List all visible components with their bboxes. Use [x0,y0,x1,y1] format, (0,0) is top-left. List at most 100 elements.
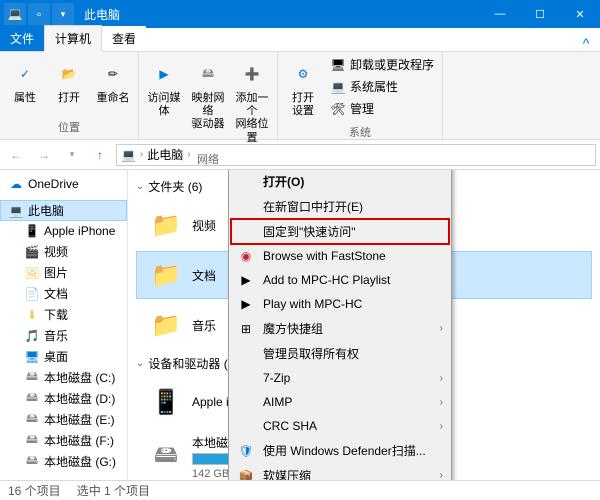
chevron-right-icon: › [440,373,443,384]
rename-icon: ✏ [97,58,129,90]
access-media-button[interactable]: ▶访问媒体 [143,54,185,122]
uninstall-button[interactable]: 🖥卸载或更改程序 [326,54,438,75]
phone-icon: 📱 [24,223,40,239]
status-selected-count: 选中 1 个项目 [77,482,150,499]
navigation-pane[interactable]: ☁OneDrive 💻此电脑 📱Apple iPhone 🎬视频 🖼图片 📄文档… [0,170,128,480]
open-button[interactable]: 📂打开 [48,54,90,109]
navigation-bar: ← → ▾ ↑ 💻 › 此电脑 › [0,140,600,170]
shield-icon: 🛡 [237,443,255,459]
cm-add-mpc-playlist[interactable]: ▶Add to MPC-HC Playlist [231,268,449,292]
tab-view[interactable]: 查看 [102,26,146,51]
nav-recent-icon[interactable]: ▾ [60,143,84,167]
mpc-icon: ▶ [237,272,255,288]
folder-icon: 📁 [148,257,184,293]
cm-soft-compress[interactable]: 📦软媒压缩› [231,463,449,480]
system-properties-button[interactable]: 💻系统属性 [326,76,438,97]
breadcrumb[interactable]: 💻 › 此电脑 › [116,144,596,166]
cm-play-mpc[interactable]: ▶Play with MPC-HC [231,292,449,316]
cm-crc-sha[interactable]: CRC SHA› [231,414,449,438]
breadcrumb-pc-icon: 💻 [121,148,136,162]
cm-defender[interactable]: 🛡使用 Windows Defender扫描... [231,438,449,463]
onedrive-icon: ☁ [8,176,24,192]
sidebar-disk-f[interactable]: 🖴本地磁盘 (F:) [0,430,127,451]
window-title: 此电脑 [84,6,120,23]
documents-icon: 📄 [24,286,40,302]
sidebar-disk-d[interactable]: 🖴本地磁盘 (D:) [0,388,127,409]
pc-icon[interactable]: 💻 [4,3,26,25]
quick-access-toolbar: 💻 ▫ ▾ [0,3,78,25]
grid-icon: ⊞ [237,321,255,337]
chevron-right-icon: › [440,397,443,408]
maximize-button[interactable]: ☐ [520,0,560,28]
phone-icon: 📱 [148,384,184,420]
drive-icon: 🖴 [24,370,40,386]
sidebar-downloads[interactable]: ⬇下载 [0,304,127,325]
drive-icon: 🖴 [148,440,184,476]
desktop-icon: 🖥 [24,349,40,365]
sidebar-onedrive[interactable]: ☁OneDrive [0,174,127,194]
close-button[interactable]: ✕ [560,0,600,28]
cm-browse-faststone[interactable]: ◉Browse with FastStone [231,244,449,268]
map-network-button[interactable]: 🖴映射网络 驱动器 [187,54,229,136]
sidebar-videos[interactable]: 🎬视频 [0,241,127,262]
properties-icon: ✓ [9,58,41,90]
tab-file[interactable]: 文件 [0,26,44,51]
status-bar: 16 个项目 选中 1 个项目 [0,480,600,500]
breadcrumb-root[interactable]: 此电脑 [147,146,183,163]
cm-aimp[interactable]: AIMP› [231,390,449,414]
qat-dropdown-icon[interactable]: ▾ [52,3,74,25]
drive-icon: 🖴 [24,412,40,428]
rename-button[interactable]: ✏重命名 [92,54,134,109]
drive-icon: 🖴 [24,433,40,449]
cm-open-new-window[interactable]: 在新窗口中打开(E) [231,194,449,219]
properties-button[interactable]: ✓属性 [4,54,46,109]
nav-up-icon[interactable]: ↑ [88,143,112,167]
ribbon-group-location: ✓属性 📂打开 ✏重命名 位置 [0,52,139,139]
nav-back-icon[interactable]: ← [4,143,28,167]
uninstall-icon: 🖥 [330,57,346,73]
sidebar-pictures[interactable]: 🖼图片 [0,262,127,283]
window-controls: — ☐ ✕ [480,0,600,28]
sidebar-network[interactable]: 🖧网络 [0,478,127,480]
sidebar-desktop[interactable]: 🖥桌面 [0,346,127,367]
pictures-icon: 🖼 [24,265,40,281]
chevron-right-icon[interactable]: › [187,149,190,160]
network-drive-icon: 🖴 [192,58,224,90]
chevron-right-icon: › [440,470,443,480]
manage-icon: 🛠 [330,101,346,117]
minimize-button[interactable]: — [480,0,520,28]
add-network-button[interactable]: ➕添加一个 网络位置 [231,54,273,149]
sidebar-music[interactable]: 🎵音乐 [0,325,127,346]
cm-pin-quick-access[interactable]: 固定到"快速访问" [231,219,449,244]
chevron-right-icon[interactable]: › [140,149,143,160]
cm-take-ownership[interactable]: 管理员取得所有权 [231,341,449,366]
sidebar-disk-g[interactable]: 🖴本地磁盘 (G:) [0,451,127,472]
nav-forward-icon: → [32,143,56,167]
context-menu: 打开(O) 在新窗口中打开(E) 固定到"快速访问" ◉Browse with … [228,170,452,480]
sidebar-documents[interactable]: 📄文档 [0,283,127,304]
folder-icon: 📁 [148,307,184,343]
drive-icon: 🖴 [24,391,40,407]
sidebar-apple-iphone[interactable]: 📱Apple iPhone [0,221,127,241]
open-icon: 📂 [53,58,85,90]
cm-magic-group[interactable]: ⊞魔方快捷组› [231,316,449,341]
tab-computer[interactable]: 计算机 [44,25,102,52]
qat-button[interactable]: ▫ [28,3,50,25]
manage-button[interactable]: 🛠管理 [326,98,438,119]
videos-icon: 🎬 [24,244,40,260]
content-pane[interactable]: ⌄文件夹 (6) 📁视频 📁文档 📁音乐 ⌄设备和驱动器 (6) 📱Apple … [128,170,600,480]
chevron-down-icon: ⌄ [136,181,144,192]
downloads-icon: ⬇ [24,307,40,323]
sidebar-disk-e[interactable]: 🖴本地磁盘 (E:) [0,409,127,430]
ribbon: ✓属性 📂打开 ✏重命名 位置 ▶访问媒体 🖴映射网络 驱动器 ➕添加一个 网络… [0,52,600,140]
ribbon-tabs: 文件 计算机 查看 ^ [0,28,600,52]
cm-7zip[interactable]: 7-Zip› [231,366,449,390]
mpc-icon: ▶ [237,296,255,312]
sidebar-this-pc[interactable]: 💻此电脑 [0,200,127,221]
sidebar-disk-c[interactable]: 🖴本地磁盘 (C:) [0,367,127,388]
open-settings-button[interactable]: ⚙打开 设置 [282,54,324,122]
compress-icon: 📦 [237,468,255,481]
chevron-down-icon: ⌄ [136,358,144,369]
help-icon[interactable]: ^ [572,35,600,51]
cm-open[interactable]: 打开(O) [231,170,449,194]
